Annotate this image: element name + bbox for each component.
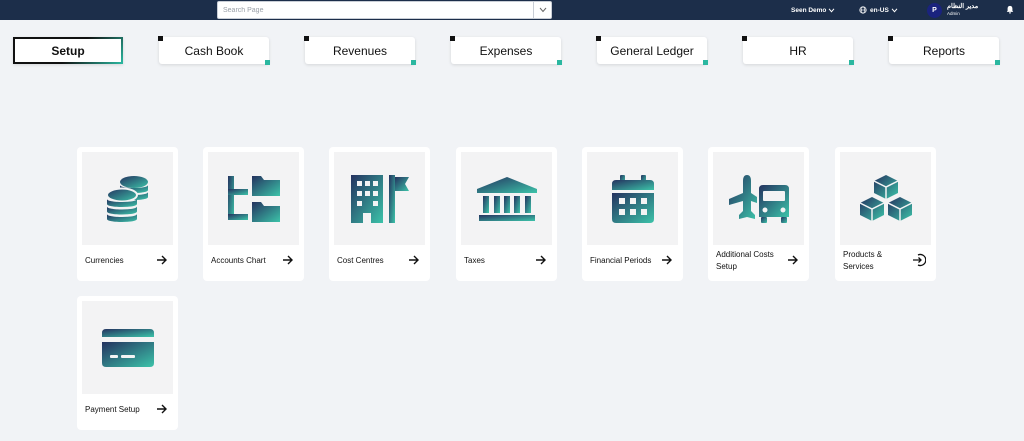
card-additional-costs-setup[interactable]: Additional Costs Setup <box>708 147 809 281</box>
card-accounts-chart[interactable]: Accounts Chart <box>203 147 304 281</box>
card-taxes[interactable]: Taxes <box>456 147 557 281</box>
tab-corner-marker <box>995 60 1000 65</box>
organization-selector[interactable]: Seen Demo <box>791 0 835 20</box>
tab-label: Reports <box>922 43 966 58</box>
tab-reports[interactable]: Reports <box>888 36 1000 65</box>
card-label: Taxes <box>464 256 485 265</box>
language-selector[interactable]: en-US <box>859 0 898 20</box>
card-label: Financial Periods <box>590 256 652 265</box>
card-label: Accounts Chart <box>211 256 266 265</box>
top-bar: Seen Demo en-US P مدير النظام Admin <box>0 0 1024 20</box>
bank-icon <box>476 176 537 221</box>
folder-tree-icon <box>227 175 280 222</box>
chevron-down-icon <box>829 8 835 13</box>
avatar: P <box>927 2 942 18</box>
arrow-right-icon[interactable] <box>408 254 420 266</box>
tab-corner-marker <box>742 36 747 41</box>
tab-revenues[interactable]: Revenues <box>304 36 416 65</box>
tab-corner-marker <box>158 36 163 41</box>
card-products-services[interactable]: Products & Services <box>835 147 936 281</box>
card-payment-setup[interactable]: Payment Setup <box>77 296 178 430</box>
language-label: en-US <box>870 6 889 14</box>
tab-setup[interactable]: Setup <box>13 37 123 64</box>
search-input[interactable] <box>218 2 532 18</box>
tab-cash-book[interactable]: Cash Book <box>158 36 270 65</box>
card-icon-area <box>334 152 425 245</box>
bell-icon[interactable] <box>1006 5 1014 14</box>
globe-icon <box>859 6 867 14</box>
arrow-right-icon[interactable] <box>535 254 547 266</box>
user-name: مدير النظام <box>947 3 979 10</box>
search-dropdown-toggle[interactable] <box>533 2 551 18</box>
tab-corner-marker <box>849 60 854 65</box>
plane-truck-icon <box>728 174 789 223</box>
credit-card-icon <box>101 328 154 367</box>
tab-corner-marker <box>450 36 455 41</box>
tab-corner-marker <box>411 60 416 65</box>
arrow-right-icon[interactable] <box>156 254 168 266</box>
search-box <box>217 1 552 19</box>
card-financial-periods[interactable]: Financial Periods <box>582 147 683 281</box>
tab-label: Cash Book <box>184 43 244 58</box>
tab-expenses[interactable]: Expenses <box>450 36 562 65</box>
chevron-down-icon <box>891 8 898 13</box>
arrow-right-icon[interactable] <box>282 254 294 266</box>
card-currencies[interactable]: Currencies <box>77 147 178 281</box>
tab-label: Setup <box>51 43 85 58</box>
building-flag-icon <box>350 174 409 223</box>
tab-label: General Ledger <box>610 43 694 58</box>
card-label: Currencies <box>85 256 124 265</box>
tab-label: HR <box>789 43 807 58</box>
user-role: Admin <box>947 11 960 16</box>
chevron-down-icon <box>539 7 546 13</box>
calendar-icon <box>611 174 654 223</box>
coins-icon <box>105 175 148 222</box>
user-menu[interactable]: P مدير النظام Admin <box>927 0 978 20</box>
arrow-right-icon[interactable] <box>661 254 673 266</box>
card-icon-area <box>208 152 299 245</box>
card-icon-area <box>587 152 678 245</box>
organization-label: Seen Demo <box>791 6 827 14</box>
card-cost-centres[interactable]: Cost Centres <box>329 147 430 281</box>
sign-in-icon[interactable] <box>912 253 926 267</box>
card-icon-area <box>82 301 173 394</box>
card-label: Cost Centres <box>337 256 384 265</box>
cubes-icon <box>859 174 912 221</box>
tab-general-ledger[interactable]: General Ledger <box>596 36 708 65</box>
tab-corner-marker <box>703 60 708 65</box>
tab-hr[interactable]: HR <box>742 36 854 65</box>
card-icon-area <box>840 152 931 245</box>
tab-corner-marker <box>265 60 270 65</box>
card-label: Additional Costs Setup <box>716 250 774 271</box>
card-label: Payment Setup <box>85 405 140 414</box>
tab-corner-marker <box>557 60 562 65</box>
card-icon-area <box>713 152 804 245</box>
tab-label: Expenses <box>479 43 533 58</box>
card-label: Products & Services <box>843 250 883 271</box>
tab-corner-marker <box>304 36 309 41</box>
card-icon-area <box>461 152 552 245</box>
arrow-right-icon[interactable] <box>787 254 799 266</box>
tab-corner-marker <box>888 36 893 41</box>
tab-label: Revenues <box>332 43 388 58</box>
card-icon-area <box>82 152 173 245</box>
arrow-right-icon[interactable] <box>156 403 168 415</box>
tab-corner-marker <box>596 36 601 41</box>
